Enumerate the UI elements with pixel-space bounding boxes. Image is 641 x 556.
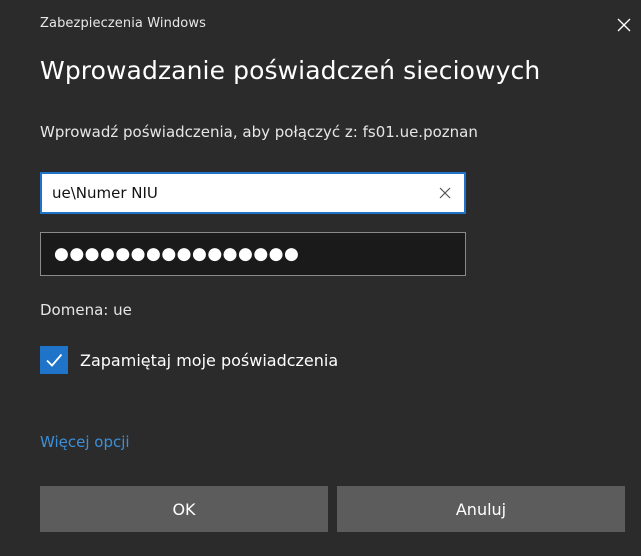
username-field-container	[40, 172, 466, 214]
ok-button[interactable]: OK	[40, 486, 328, 532]
remember-checkbox[interactable]	[40, 346, 68, 374]
password-masked-value: ●●●●●●●●●●●●●●●●	[54, 244, 300, 264]
remember-label: Zapamiętaj moje poświadczenia	[80, 350, 339, 370]
credentials-dialog: Zabezpieczenia Windows Wprowadzanie pośw…	[0, 0, 641, 556]
username-input[interactable]	[52, 174, 422, 212]
password-input[interactable]: ●●●●●●●●●●●●●●●●	[40, 232, 466, 276]
remember-credentials-row[interactable]: Zapamiętaj moje poświadczenia	[40, 346, 338, 374]
domain-label: Domena: ue	[40, 301, 132, 319]
clear-username-button[interactable]	[432, 180, 458, 206]
app-title: Zabezpieczenia Windows	[40, 16, 206, 31]
dialog-heading: Wprowadzanie poświadczeń sieciowych	[40, 56, 541, 85]
close-button[interactable]	[611, 12, 637, 38]
cancel-button[interactable]: Anuluj	[337, 486, 625, 532]
clear-icon	[439, 187, 451, 199]
close-icon	[617, 18, 631, 32]
checkmark-icon	[46, 353, 63, 367]
more-options-link[interactable]: Więcej opcji	[40, 433, 130, 451]
connection-prompt: Wprowadź poświadczenia, aby połączyć z: …	[40, 123, 478, 141]
